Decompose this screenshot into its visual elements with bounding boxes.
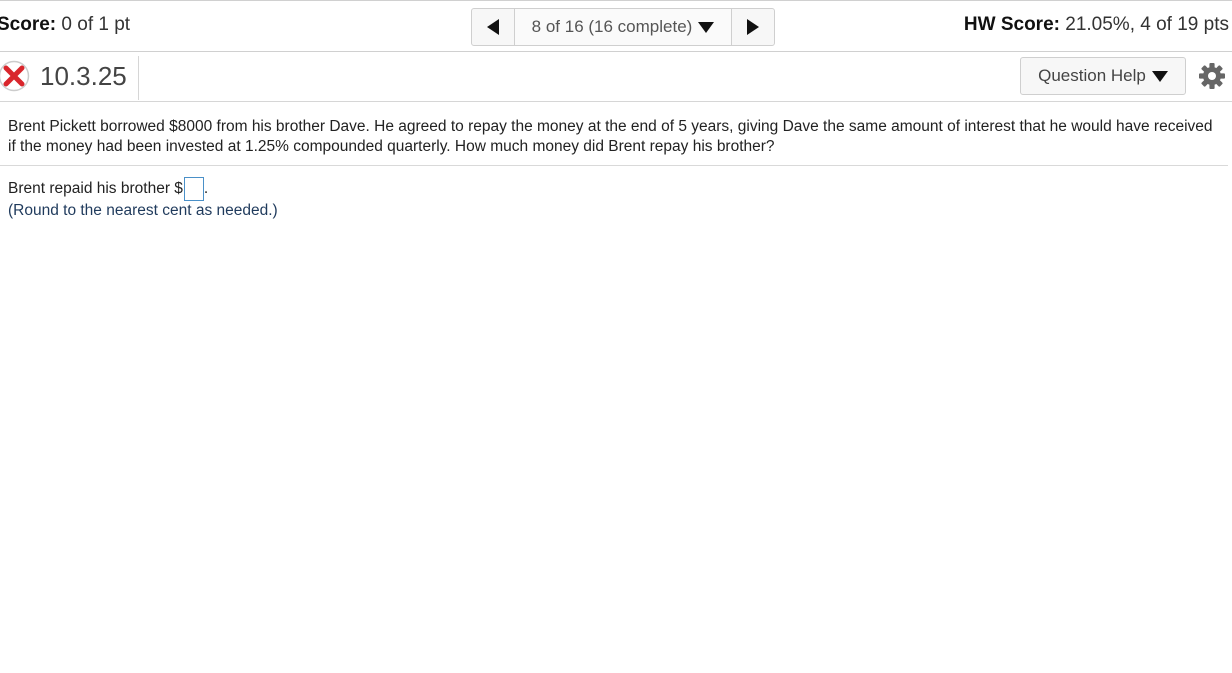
answer-line: Brent repaid his brother $ .: [8, 177, 208, 201]
hw-score-value: 21.05%, 4 of 19 pts: [1065, 14, 1229, 35]
answer-input[interactable]: [183, 177, 204, 201]
answer-suffix: .: [203, 180, 209, 197]
question-help-button[interactable]: Question Help: [1020, 57, 1186, 95]
question-help-label: Question Help: [1038, 66, 1146, 85]
triangle-down-icon: [698, 21, 715, 33]
previous-question-button[interactable]: [472, 9, 515, 45]
next-question-button[interactable]: [731, 9, 774, 45]
page: Score: 0 of 1 pt 8 of 16 (16 complete) H…: [0, 0, 1232, 673]
top-bar: Score: 0 of 1 pt 8 of 16 (16 complete) H…: [0, 0, 1232, 52]
triangle-right-icon: [747, 19, 759, 35]
question-number: 10.3.25: [40, 61, 127, 91]
score-value: 0 of 1 pt: [61, 14, 131, 35]
question-select-dropdown[interactable]: 8 of 16 (16 complete): [515, 9, 731, 45]
triangle-left-icon: [487, 19, 499, 35]
rounding-note: (Round to the nearest cent as needed.): [8, 202, 278, 219]
hw-score: HW Score: 21.05%, 4 of 19 pts: [964, 14, 1229, 36]
incorrect-x-icon: [0, 60, 30, 92]
question-navigator: 8 of 16 (16 complete): [471, 8, 775, 46]
gear-icon[interactable]: [1198, 62, 1226, 90]
question-header: 10.3.25 Question Help: [0, 52, 1232, 102]
question-score: Score: 0 of 1 pt: [0, 14, 130, 36]
header-divider: [138, 56, 139, 100]
question-separator: [0, 165, 1228, 166]
score-label: Score:: [0, 14, 57, 35]
question-text: Brent Pickett borrowed $8000 from his br…: [8, 118, 1213, 155]
question-position-text: 8 of 16 (16 complete): [531, 17, 693, 36]
hw-score-label: HW Score:: [963, 14, 1060, 35]
answer-prefix: Brent repaid his brother $: [8, 180, 183, 197]
chevron-down-icon: [1151, 70, 1168, 82]
